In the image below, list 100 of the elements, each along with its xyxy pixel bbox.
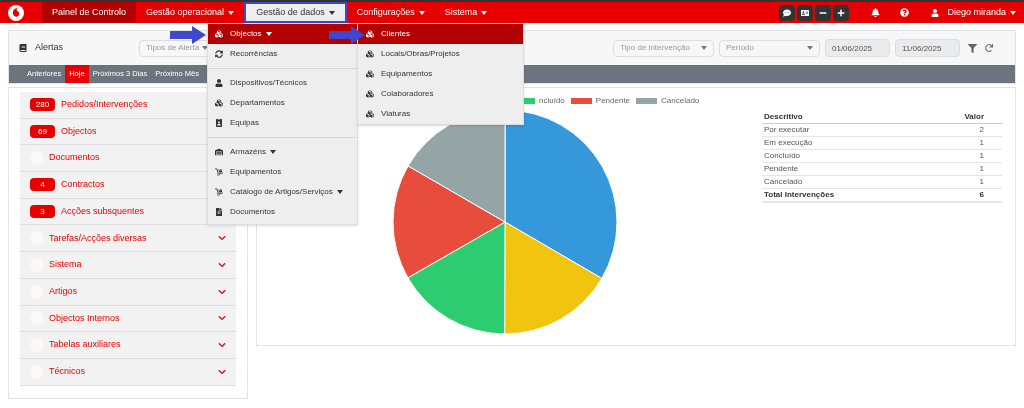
book-icon [19,44,27,52]
chevron-down-icon[interactable] [218,314,226,323]
dolly-icon [215,188,223,196]
chat-icon [783,8,792,17]
alert-label[interactable]: Pedidos/Intervenções [61,98,148,112]
cubes-icon [366,110,374,118]
bell-icon[interactable] [871,8,881,17]
menu-item[interactable]: Equipamentos [358,64,523,84]
count-badge: 4 [30,178,55,192]
clear-filter-icon[interactable] [968,43,977,53]
nav-menu-item[interactable]: Configurações [346,2,435,23]
chevron-down-icon[interactable] [218,260,226,269]
count-badge: 3 [30,205,55,219]
chevron-down-icon[interactable] [218,234,226,243]
menu-item[interactable]: Clientes [358,24,523,44]
contact-card-icon [801,8,810,17]
chevron-down-icon[interactable] [218,367,226,376]
cubes-icon [215,30,223,38]
cubes-icon [366,70,374,78]
menu-item[interactable]: Locais/Obras/Projetos [358,44,523,64]
caret-icon [481,10,488,15]
document-icon [215,208,223,216]
chat-button[interactable] [779,4,796,21]
arrow-icon [329,26,365,44]
menu-item[interactable]: Viaturas [358,104,523,124]
menu-item[interactable]: Armazéns [208,142,357,162]
table-cell-text: Cancelado [763,176,804,188]
logo[interactable] [8,4,24,21]
legend-label: Cancelado [661,94,700,107]
refresh-icon[interactable] [985,44,993,52]
alert-label[interactable]: Acções subsquentes [61,204,145,219]
menu-item[interactable]: Departamentos [208,93,357,113]
alert-label[interactable]: Técnicos [49,364,85,379]
caret-icon [328,10,335,15]
menu-item[interactable]: Catálogo de Artigos/Serviços [208,182,357,202]
nav-menu-item[interactable]: Gestão de dados [244,2,347,23]
refresh-icon [215,50,223,58]
caret-icon [228,10,235,15]
contact-card-button[interactable] [797,4,814,21]
select-field[interactable]: Tipo de intervenção [613,39,714,57]
alert-label[interactable]: Sistema [49,258,82,272]
user-icon [931,8,940,17]
menu-item[interactable]: Objectos [208,24,357,44]
select-field[interactable]: Período [719,39,820,57]
legend-label: Pendente [595,94,631,107]
table-cell-text: 6 [978,189,985,201]
alert-label[interactable]: Tabelas auxiliares [49,338,121,352]
minus-button[interactable] [815,4,832,21]
caret-icon [265,32,272,36]
table-cell-text: Pendente [763,163,800,175]
alert-label[interactable]: Contractos [61,178,105,192]
cubes-icon [215,99,223,107]
panel-title: Alertas [35,41,63,55]
user-menu[interactable]: Diego miranda [947,5,1016,20]
table-cell-text: 1 [978,163,985,175]
alert-label[interactable]: Objectos Internos [49,311,120,326]
table-cell-text: Total Intervenções [763,189,836,201]
alert-label[interactable]: Artigos [49,284,77,299]
table-cell-text: 1 [978,176,985,188]
alert-label[interactable]: Documentos [49,151,100,165]
table-cell-text: Em execução [763,137,814,149]
menu-item[interactable]: Documentos [208,202,357,222]
caret-icon [701,46,707,50]
legend-label: ncluído [539,94,565,107]
menu-item[interactable]: Equipas [208,113,357,133]
menu-item[interactable]: Dispositivos/Técnicos [208,73,357,93]
column-header: Descritivo [763,110,804,123]
caret-icon [202,46,208,50]
date-field[interactable]: 01/06/2025 [825,39,890,57]
caret-icon [1010,10,1016,15]
arrow-icon [170,26,206,44]
id-badge-icon [215,119,223,127]
table-cell-text: Concluído [763,150,802,162]
nav-menu-item[interactable]: Painel de Controlo [42,2,137,23]
table-cell-text: 1 [978,150,985,162]
caret-icon [418,10,425,15]
help-icon[interactable] [900,8,910,17]
menu-item[interactable]: Equipamentos [208,162,357,182]
chevron-down-icon[interactable] [218,287,226,296]
chevron-down-icon[interactable] [218,341,226,350]
alert-label[interactable]: Objectos [61,124,97,139]
warehouse-icon [215,148,223,156]
cubes-icon [366,90,374,98]
dolly-icon [215,168,223,176]
caret-icon [807,46,813,50]
caret-icon [336,190,343,194]
date-field[interactable]: 11/06/2025 [895,39,960,57]
cubes-icon [366,30,374,38]
column-header: Valor [963,110,985,123]
cubes-icon [366,50,374,58]
plus-button[interactable] [833,4,850,21]
count-badge: 69 [30,125,55,139]
nav-menu-item[interactable]: Sistema [434,2,498,23]
count-badge: 280 [30,98,55,112]
nav-menu-item[interactable]: Gestão operacional [136,2,245,23]
menu-item[interactable]: Colaboradores [358,84,523,104]
table-cell-text: 2 [978,124,985,136]
table-cell-text: 1 [978,137,985,149]
caret-icon [270,150,276,154]
table-cell-text: Por executar [763,124,811,136]
